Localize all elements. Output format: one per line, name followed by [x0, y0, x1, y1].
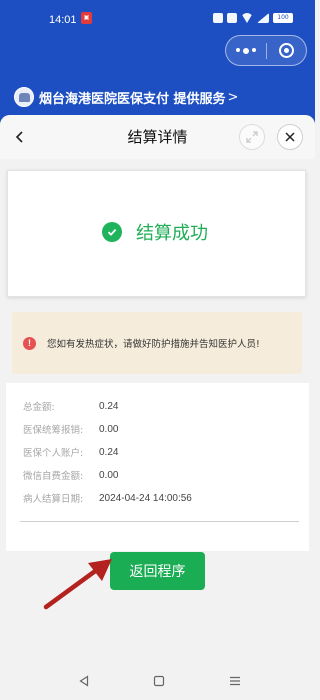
sheet-title: 结算详情	[127, 128, 188, 146]
signal-icon	[257, 13, 269, 23]
detail-label: 医保统筹报销:	[23, 425, 84, 436]
notification-app-icon: ▣	[81, 12, 92, 24]
success-message: 结算成功	[136, 223, 208, 244]
detail-row-wechat-self-pay: 微信自费金额: 0.00	[23, 468, 119, 483]
battery-icon: 100	[273, 13, 293, 23]
sheet-header: 结算详情	[0, 115, 315, 159]
system-navigation-bar	[0, 662, 315, 700]
detail-value: 0.24	[99, 446, 119, 458]
detail-value: 2024-04-24 14:00:56	[99, 492, 192, 504]
annotation-arrow-icon	[43, 559, 112, 610]
fever-warning-notice: ! 您如有发热症状，请做好防护措施并告知医护人员!	[12, 312, 302, 374]
detail-row-total: 总金额: 0.24	[23, 399, 119, 414]
expand-button[interactable]	[239, 124, 265, 150]
detail-row-personal-account: 医保个人账户: 0.24	[23, 445, 119, 460]
check-circle-icon	[102, 222, 122, 242]
detail-value: 0.00	[99, 423, 119, 435]
detail-label: 病人结算日期:	[23, 494, 84, 505]
detail-value: 0.00	[99, 469, 119, 481]
service-provider[interactable]: 烟台海港医院医保支付 提供服务 >	[14, 86, 238, 108]
status-icons: 100	[213, 13, 293, 23]
chevron-right-icon: >	[227, 89, 239, 105]
triangle-back-icon	[79, 675, 89, 687]
detail-row-settlement-date: 病人结算日期: 2024-04-24 14:00:56	[23, 491, 192, 506]
exit-mini-program-icon[interactable]	[266, 43, 306, 58]
close-button[interactable]	[277, 124, 303, 150]
service-provider-label: 烟台海港医院医保支付 提供服务	[39, 91, 226, 107]
divider	[20, 521, 299, 522]
nav-menu-button[interactable]	[227, 673, 243, 689]
menu-lines-icon	[230, 676, 240, 686]
expand-icon	[246, 131, 258, 143]
detail-label: 总金额:	[23, 402, 55, 413]
return-to-program-button[interactable]: 返回程序	[110, 552, 205, 590]
vibrate-icon	[227, 13, 237, 23]
mini-program-capsule	[225, 35, 307, 66]
detail-label: 医保个人账户:	[23, 448, 84, 459]
nfc-icon	[213, 13, 223, 23]
hospital-logo-icon	[14, 87, 34, 107]
close-icon	[285, 132, 295, 142]
warning-text: 您如有发热症状，请做好防护措施并告知医护人员!	[47, 339, 260, 350]
status-time: 14:01	[49, 14, 77, 26]
detail-label: 微信自费金额:	[23, 471, 84, 482]
nav-back-button[interactable]	[76, 673, 92, 689]
wifi-icon	[241, 13, 253, 23]
status-bar: 14:01 ▣ 100	[0, 0, 315, 40]
square-home-icon	[153, 675, 165, 687]
more-options-icon[interactable]	[226, 47, 266, 54]
success-card: 结算成功	[7, 170, 306, 297]
alert-icon: !	[23, 336, 36, 350]
detail-value: 0.24	[99, 400, 119, 412]
nav-home-button[interactable]	[151, 673, 167, 689]
detail-row-pooled-reimbursement: 医保统筹报销: 0.00	[23, 422, 119, 437]
settlement-details: 总金额: 0.24 医保统筹报销: 0.00 医保个人账户: 0.24 微信自费…	[6, 383, 309, 551]
